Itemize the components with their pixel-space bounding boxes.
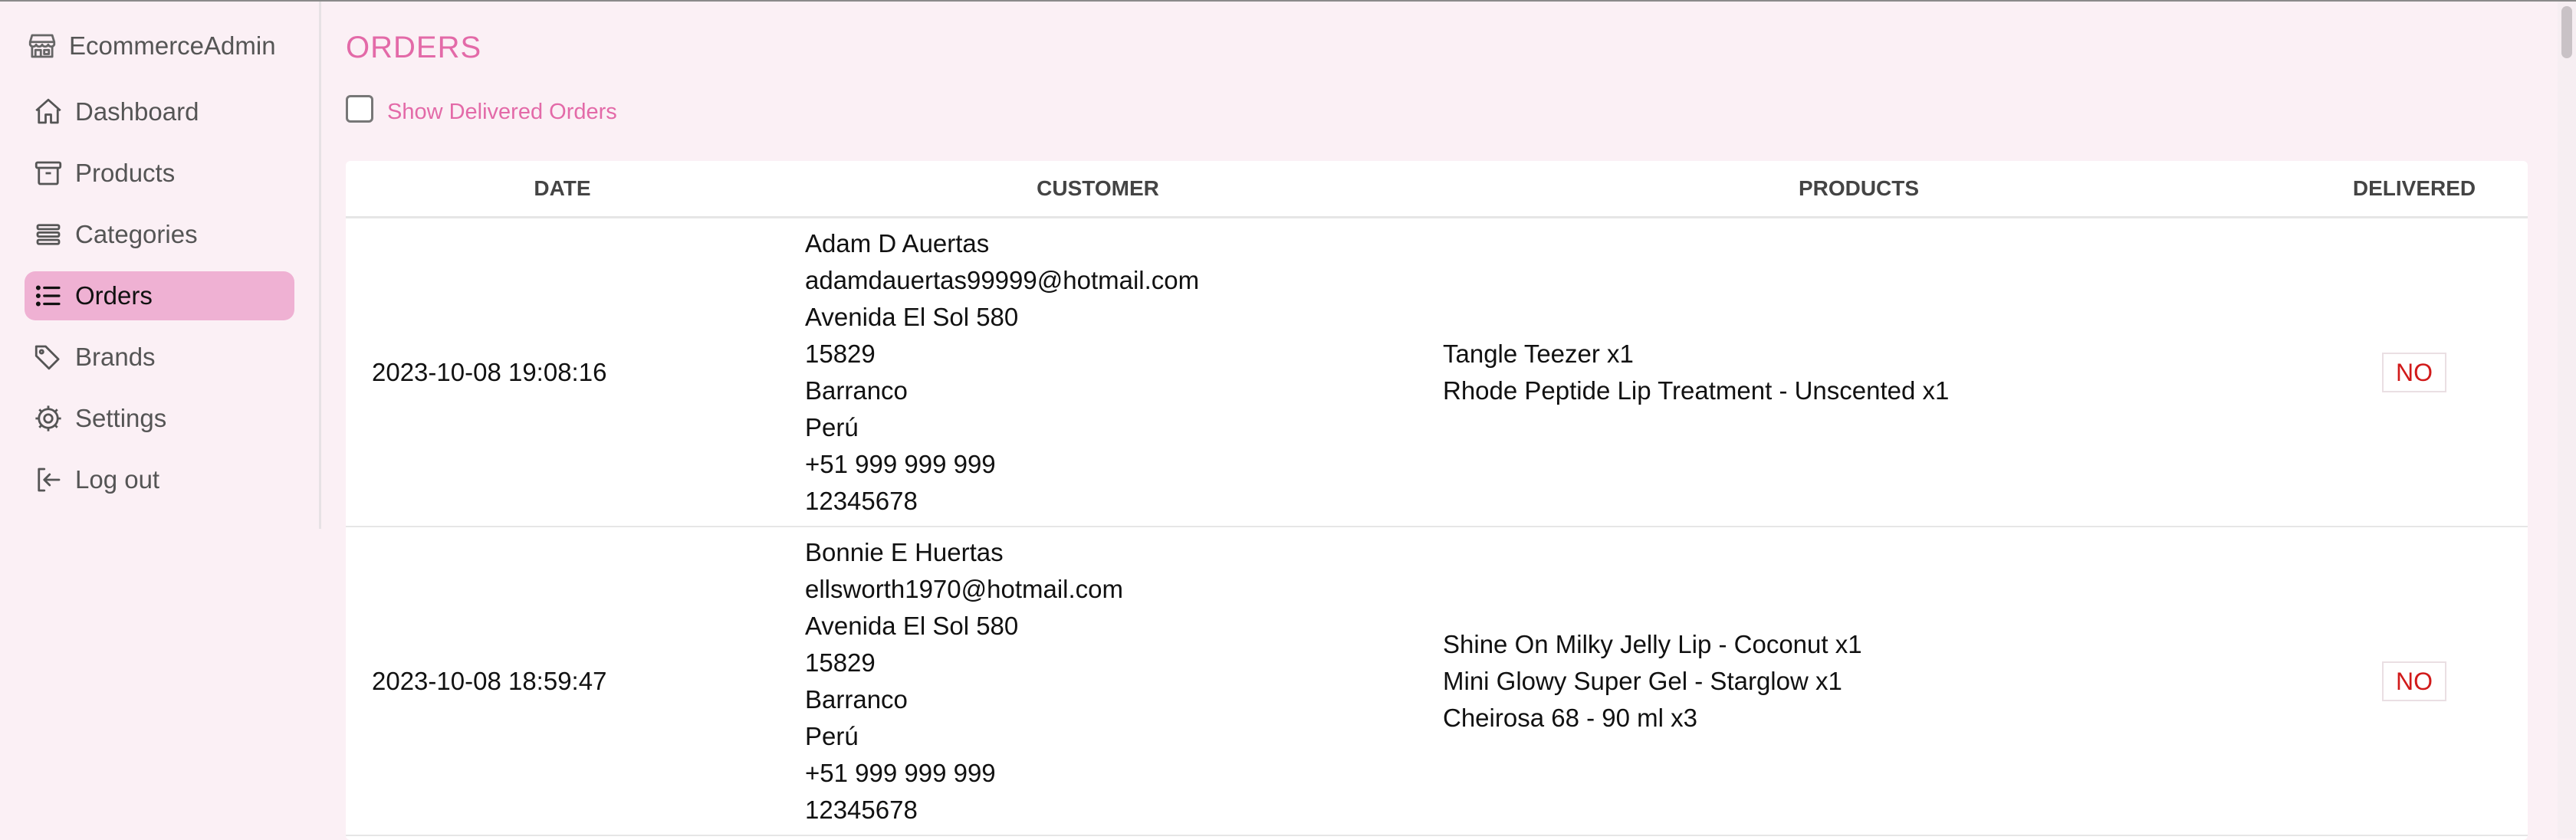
customer-city: Barranco xyxy=(805,684,908,714)
customer-email: ellsworth1970@hotmail.com xyxy=(805,574,1124,603)
sidebar-item-logout[interactable]: Log out xyxy=(25,455,294,504)
column-header-date: DATE xyxy=(534,176,591,200)
sidebar-item-categories[interactable]: Categories xyxy=(25,210,294,259)
page-title: ORDERS xyxy=(346,31,482,64)
customer-info: Adam D Auertas adamdauertas99999@hotmail… xyxy=(805,218,1199,526)
archive-box-icon xyxy=(32,157,64,189)
tag-icon xyxy=(32,341,64,373)
logout-icon xyxy=(32,464,64,496)
sidebar-item-label: Dashboard xyxy=(75,97,199,126)
sidebar-item-label: Brands xyxy=(75,343,156,371)
storefront-icon xyxy=(26,30,58,62)
customer-email: adamdauertas99999@hotmail.com xyxy=(805,265,1200,294)
show-delivered-filter[interactable]: Show Delivered Orders xyxy=(346,92,617,125)
order-products: Shine On Milky Jelly Lip - Coconut x1 Mi… xyxy=(1443,527,1862,835)
delivered-status-badge[interactable]: NO xyxy=(2382,352,2446,392)
sidebar-item-label: Orders xyxy=(75,281,153,310)
scrollbar-thumb[interactable] xyxy=(2561,6,2572,58)
customer-address: Avenida El Sol 580 xyxy=(805,302,1019,331)
delivered-cell: NO xyxy=(2308,218,2520,526)
sidebar-nav: Dashboard Products Categories Orders Bra… xyxy=(25,87,294,517)
sidebar-item-settings[interactable]: Settings xyxy=(25,394,294,443)
customer-name: Adam D Auertas xyxy=(805,228,990,258)
home-icon xyxy=(32,96,64,128)
product-line: Rhode Peptide Lip Treatment - Unscented … xyxy=(1443,376,1950,405)
sidebar-item-label: Products xyxy=(75,159,176,187)
product-line: Shine On Milky Jelly Lip - Coconut x1 xyxy=(1443,629,1862,658)
customer-document: 12345678 xyxy=(805,486,918,515)
customer-name: Bonnie E Huertas xyxy=(805,537,1004,566)
sidebar-item-dashboard[interactable]: Dashboard xyxy=(25,87,294,136)
table-row: 2023-10-08 18:59:47 Bonnie E Huertas ell… xyxy=(346,527,2528,836)
app-name: EcommerceAdmin xyxy=(69,31,276,60)
sidebar-item-orders[interactable]: Orders xyxy=(25,271,294,320)
column-header-delivered: DELIVERED xyxy=(2352,176,2476,200)
sidebar-item-products[interactable]: Products xyxy=(25,149,294,198)
sidebar-item-brands[interactable]: Brands xyxy=(25,333,294,382)
sidebar: EcommerceAdmin Dashboard Products Catego… xyxy=(0,2,321,529)
customer-address: Avenida El Sol 580 xyxy=(805,611,1019,640)
sidebar-item-label: Categories xyxy=(75,220,198,248)
customer-phone: +51 999 999 999 xyxy=(805,449,996,478)
brand[interactable]: EcommerceAdmin xyxy=(26,28,276,64)
product-line: Cheirosa 68 - 90 ml x3 xyxy=(1443,703,1697,732)
sidebar-item-label: Log out xyxy=(75,465,160,494)
customer-country: Perú xyxy=(805,412,859,441)
sidebar-item-label: Settings xyxy=(75,404,167,432)
list-icon xyxy=(32,280,64,312)
orders-table: DATE CUSTOMER PRODUCTS DELIVERED 2023-10… xyxy=(346,161,2528,840)
customer-document: 12345678 xyxy=(805,795,918,824)
customer-postal-code: 15829 xyxy=(805,648,876,677)
customer-city: Barranco xyxy=(805,376,908,405)
window-top-border xyxy=(0,0,2576,2)
order-products: Tangle Teezer x1 Rhode Peptide Lip Treat… xyxy=(1443,218,1949,526)
stack-icon xyxy=(32,218,64,251)
delivered-cell: NO xyxy=(2308,527,2520,835)
product-line: Tangle Teezer x1 xyxy=(1443,339,1634,368)
table-header: DATE CUSTOMER PRODUCTS DELIVERED xyxy=(346,161,2528,218)
gear-icon xyxy=(32,402,64,435)
customer-info: Bonnie E Huertas ellsworth1970@hotmail.c… xyxy=(805,527,1123,835)
order-date: 2023-10-08 19:08:16 xyxy=(372,357,607,386)
product-line: Mini Glowy Super Gel - Starglow x1 xyxy=(1443,666,1842,695)
table-row: 2023-10-08 19:08:16 Adam D Auertas adamd… xyxy=(346,218,2528,527)
show-delivered-checkbox[interactable] xyxy=(346,94,373,123)
customer-phone: +51 999 999 999 xyxy=(805,758,996,787)
order-date: 2023-10-08 18:59:47 xyxy=(372,666,607,695)
show-delivered-label[interactable]: Show Delivered Orders xyxy=(387,100,617,125)
column-header-customer: CUSTOMER xyxy=(1037,176,1159,200)
vertical-scrollbar[interactable] xyxy=(2558,2,2576,838)
customer-postal-code: 15829 xyxy=(805,339,876,368)
delivered-status-badge[interactable]: NO xyxy=(2382,661,2446,701)
column-header-products: PRODUCTS xyxy=(1798,176,1920,200)
customer-country: Perú xyxy=(805,721,859,750)
